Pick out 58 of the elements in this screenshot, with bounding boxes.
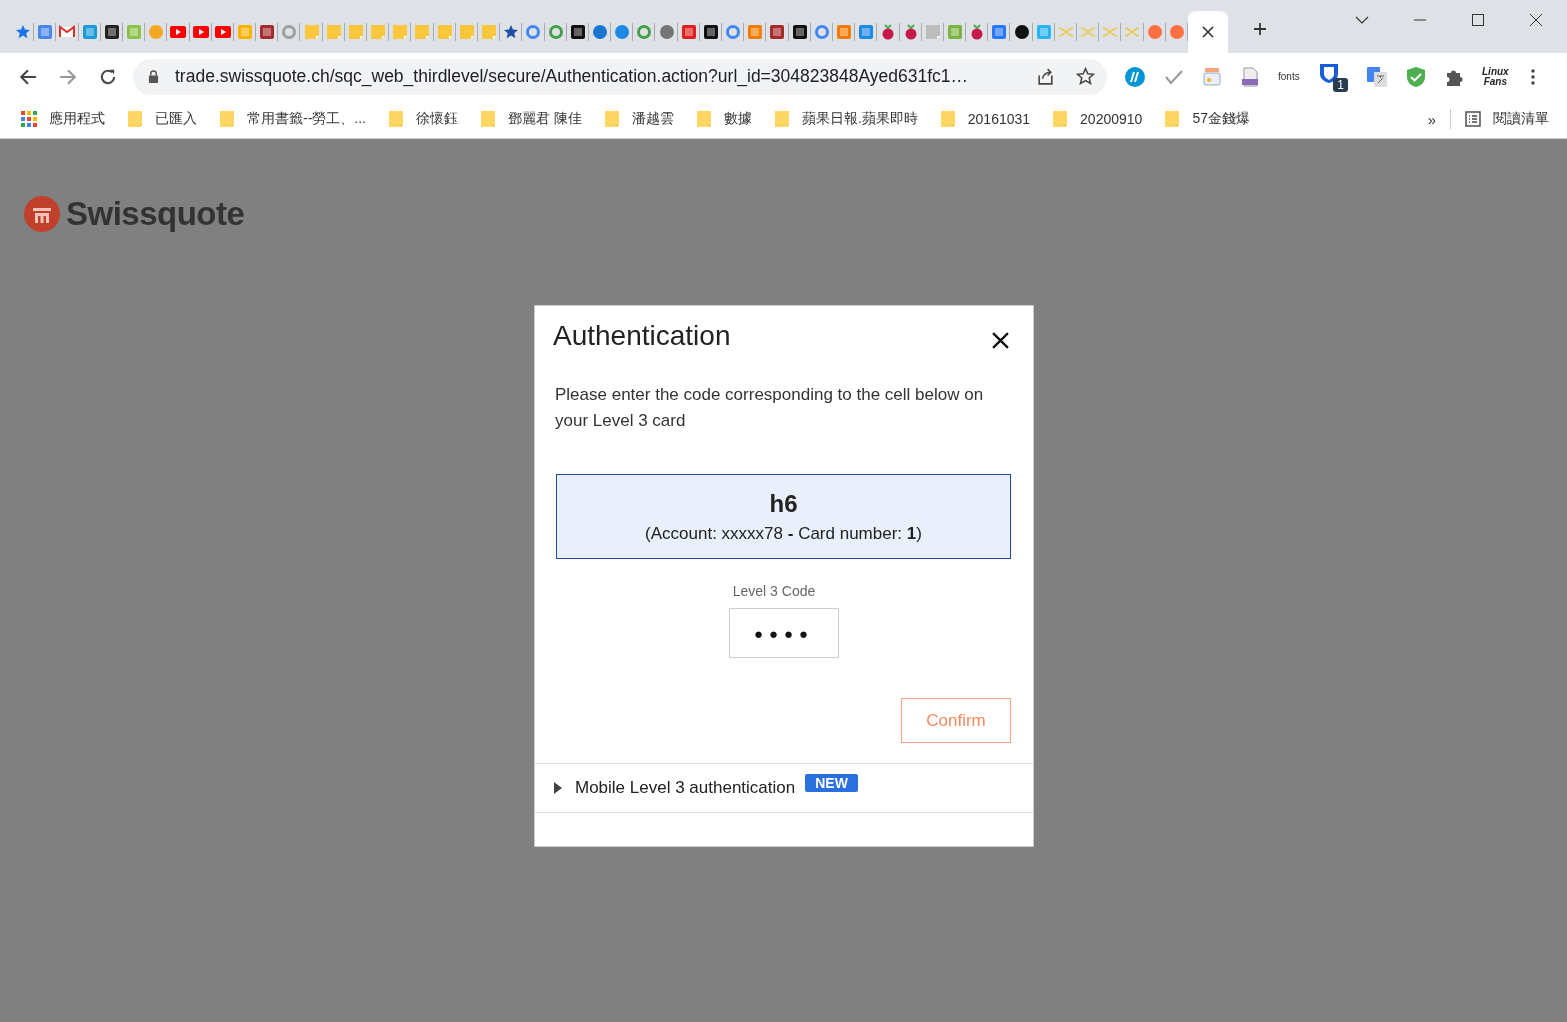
lock-icon[interactable] — [148, 70, 159, 83]
folder-icon — [1052, 110, 1069, 128]
bookmark[interactable]: 鄧麗君 陳佳 — [480, 110, 582, 128]
cell-code: h6 — [769, 489, 798, 518]
close-icon[interactable] — [992, 332, 1009, 349]
document-icon[interactable] — [1240, 66, 1260, 87]
folder-icon — [695, 110, 712, 128]
bookmark[interactable]: 已匯入 — [127, 110, 197, 128]
forward-icon[interactable] — [59, 67, 77, 86]
star-icon[interactable] — [1076, 67, 1095, 86]
folder-icon — [219, 110, 235, 128]
extension-icon[interactable]: 1 — [1318, 61, 1348, 92]
address-bar[interactable]: trade.swissquote.ch/sqc_web_thirdlevel/secure/Authentication.action?url_id=304823848Ayed631fc1… — [133, 58, 1107, 95]
url-text: trade.swissquote.ch/sqc_web_thirdlevel/secure/Authentication.action?url_id=304823848Ayed631fc1… — [175, 66, 970, 87]
folder-icon — [939, 110, 956, 128]
mobile-auth-toggle[interactable]: Mobile Level 3 authentication NEW — [535, 763, 1033, 813]
shield-icon[interactable] — [1318, 61, 1340, 84]
bookmark[interactable]: 20161031 — [939, 110, 1031, 128]
reading-list-button[interactable]: 閱讀清單 — [1465, 110, 1549, 128]
card-icon[interactable] — [1202, 66, 1222, 87]
list-icon — [1465, 111, 1481, 127]
logo-text: Swissquote — [66, 195, 245, 233]
bookmark[interactable]: 應用程式 — [21, 110, 105, 128]
field-label: Level 3 Code — [732, 583, 816, 599]
bookmark[interactable]: 潘越雲 — [603, 110, 674, 128]
more-bookmarks-button[interactable]: » — [1427, 110, 1436, 128]
folder-icon — [480, 110, 496, 128]
extension-badge: 1 — [1333, 77, 1348, 92]
translate-icon[interactable] — [1366, 65, 1388, 88]
share-icon[interactable] — [1036, 67, 1055, 86]
logo-icon — [24, 196, 60, 232]
apps-icon — [21, 111, 37, 127]
close-icon[interactable] — [1529, 13, 1543, 27]
reload-icon[interactable] — [99, 67, 117, 86]
instruction-text: Please enter the code corresponding to the cell below on your Level 3 card — [555, 384, 985, 432]
folder-icon — [388, 110, 404, 128]
folder-icon — [773, 110, 790, 128]
maximize-icon[interactable] — [1471, 13, 1485, 27]
folder-icon — [603, 110, 620, 128]
hp-icon[interactable] — [1124, 65, 1146, 88]
dialog-title: Authentication — [553, 320, 731, 352]
bookmark[interactable]: 蘋果日報.蘋果即時 — [773, 110, 918, 128]
bookmark[interactable]: 57金錢爆 — [1164, 110, 1250, 128]
bookmark[interactable]: 常用書籤--勞工、... — [219, 110, 366, 128]
bookmark[interactable]: 20200910 — [1052, 110, 1143, 128]
menu-icon[interactable] — [1530, 68, 1535, 85]
new-badge: NEW — [805, 774, 858, 792]
bookmark[interactable]: 徐懷鈺 — [388, 110, 458, 128]
plus-icon — [1251, 21, 1268, 37]
extension-label[interactable]: fonts — [1278, 71, 1300, 82]
bookmark[interactable]: 數據 — [695, 110, 752, 128]
folder-icon — [1164, 110, 1181, 128]
extension-logo[interactable]: Linux Fans — [1482, 66, 1509, 87]
card-info: (Account: xxxxx78 - Card number: 1) — [645, 523, 922, 544]
back-icon[interactable] — [19, 67, 37, 86]
code-field[interactable]: ●●●● — [729, 608, 839, 658]
close-icon[interactable] — [1201, 26, 1214, 38]
folder-icon — [127, 110, 143, 128]
